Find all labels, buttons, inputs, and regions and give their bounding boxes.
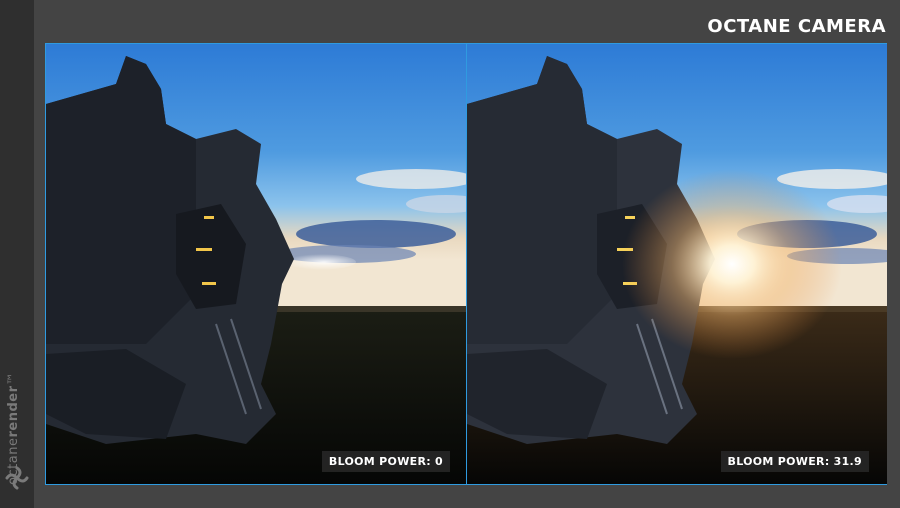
logo-trademark: ™ [6, 372, 21, 386]
bloom-power-label-left: BLOOM POWER: 0 [321, 451, 450, 472]
render-image-bloom-on [467, 44, 887, 484]
render-image-bloom-off [46, 44, 466, 484]
render-panel-bloom-on: BLOOM POWER: 31.9 [466, 44, 887, 484]
render-panel-bloom-off: BLOOM POWER: 0 [46, 44, 466, 484]
sidebar-strip: octanerender™ [0, 0, 34, 508]
bloom-power-label-right: BLOOM POWER: 31.9 [720, 451, 869, 472]
page-title: OCTANE CAMERA [707, 16, 886, 37]
comparison-frame: BLOOM POWER: 0 BLOOM POWER: 31.9 [45, 43, 887, 485]
octane-logo-icon [5, 466, 29, 490]
logo-text-bold: render [6, 385, 21, 438]
